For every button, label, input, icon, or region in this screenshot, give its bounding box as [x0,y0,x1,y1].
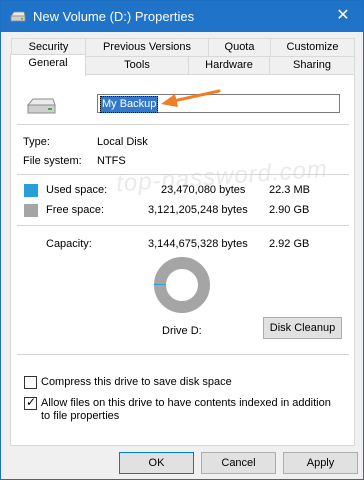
hard-drive-icon [26,98,56,114]
check-icon: ✓ [26,395,37,409]
tab-tools[interactable]: Tools [85,56,189,75]
file-system-label: File system: [23,155,82,167]
tab-customize[interactable]: Customize [270,38,355,57]
used-space-size: 22.3 MB [269,184,310,196]
file-system-value: NTFS [97,155,126,167]
window-title: New Volume (D:) Properties [33,9,195,24]
used-space-label: Used space: [46,184,108,196]
free-space-bytes: 3,121,205,248 bytes [148,204,248,216]
general-tab-panel: top-password.com My Backup Type: Local D… [10,74,355,446]
cancel-button[interactable]: Cancel [201,452,276,474]
capacity-bytes: 3,144,675,328 bytes [148,238,248,250]
separator [17,124,349,125]
type-value: Local Disk [97,136,148,148]
drive-label: Drive D: [162,325,202,337]
index-label-line1: Allow files on this drive to have conten… [41,397,331,409]
pointer-arrow-icon [161,89,221,107]
used-space-bytes: 23,470,080 bytes [161,184,246,196]
tab-general[interactable]: General [10,54,86,76]
separator [17,225,349,226]
compress-label: Compress this drive to save disk space [41,376,232,388]
tab-sharing[interactable]: Sharing [269,56,355,75]
disk-cleanup-button[interactable]: Disk Cleanup [263,317,342,339]
properties-window: New Volume (D:) Properties ✕ Security Pr… [0,0,364,480]
apply-button[interactable]: Apply [283,452,358,474]
capacity-size: 2.92 GB [269,238,310,250]
index-checkbox[interactable]: ✓ [24,395,37,410]
separator [17,354,349,355]
disk-usage-chart [154,257,210,313]
type-label: Type: [23,136,50,148]
volume-name-text: My Backup [100,96,159,113]
free-space-label: Free space: [46,204,105,216]
capacity-label: Capacity: [46,238,92,250]
tab-previous-versions[interactable]: Previous Versions [85,38,209,57]
free-space-size: 2.90 GB [269,204,310,216]
compress-checkbox[interactable] [24,376,37,389]
free-space-ring [154,257,210,313]
drive-title-icon [10,11,26,22]
title-bar[interactable]: New Volume (D:) Properties ✕ [1,1,363,32]
free-space-swatch [24,204,38,217]
tab-hardware[interactable]: Hardware [188,56,270,75]
ok-button[interactable]: OK [119,452,194,474]
tab-quota[interactable]: Quota [208,38,271,57]
separator [17,174,349,175]
used-space-swatch [24,184,38,197]
index-label-line2: to file properties [41,410,120,422]
close-icon[interactable]: ✕ [323,1,363,32]
